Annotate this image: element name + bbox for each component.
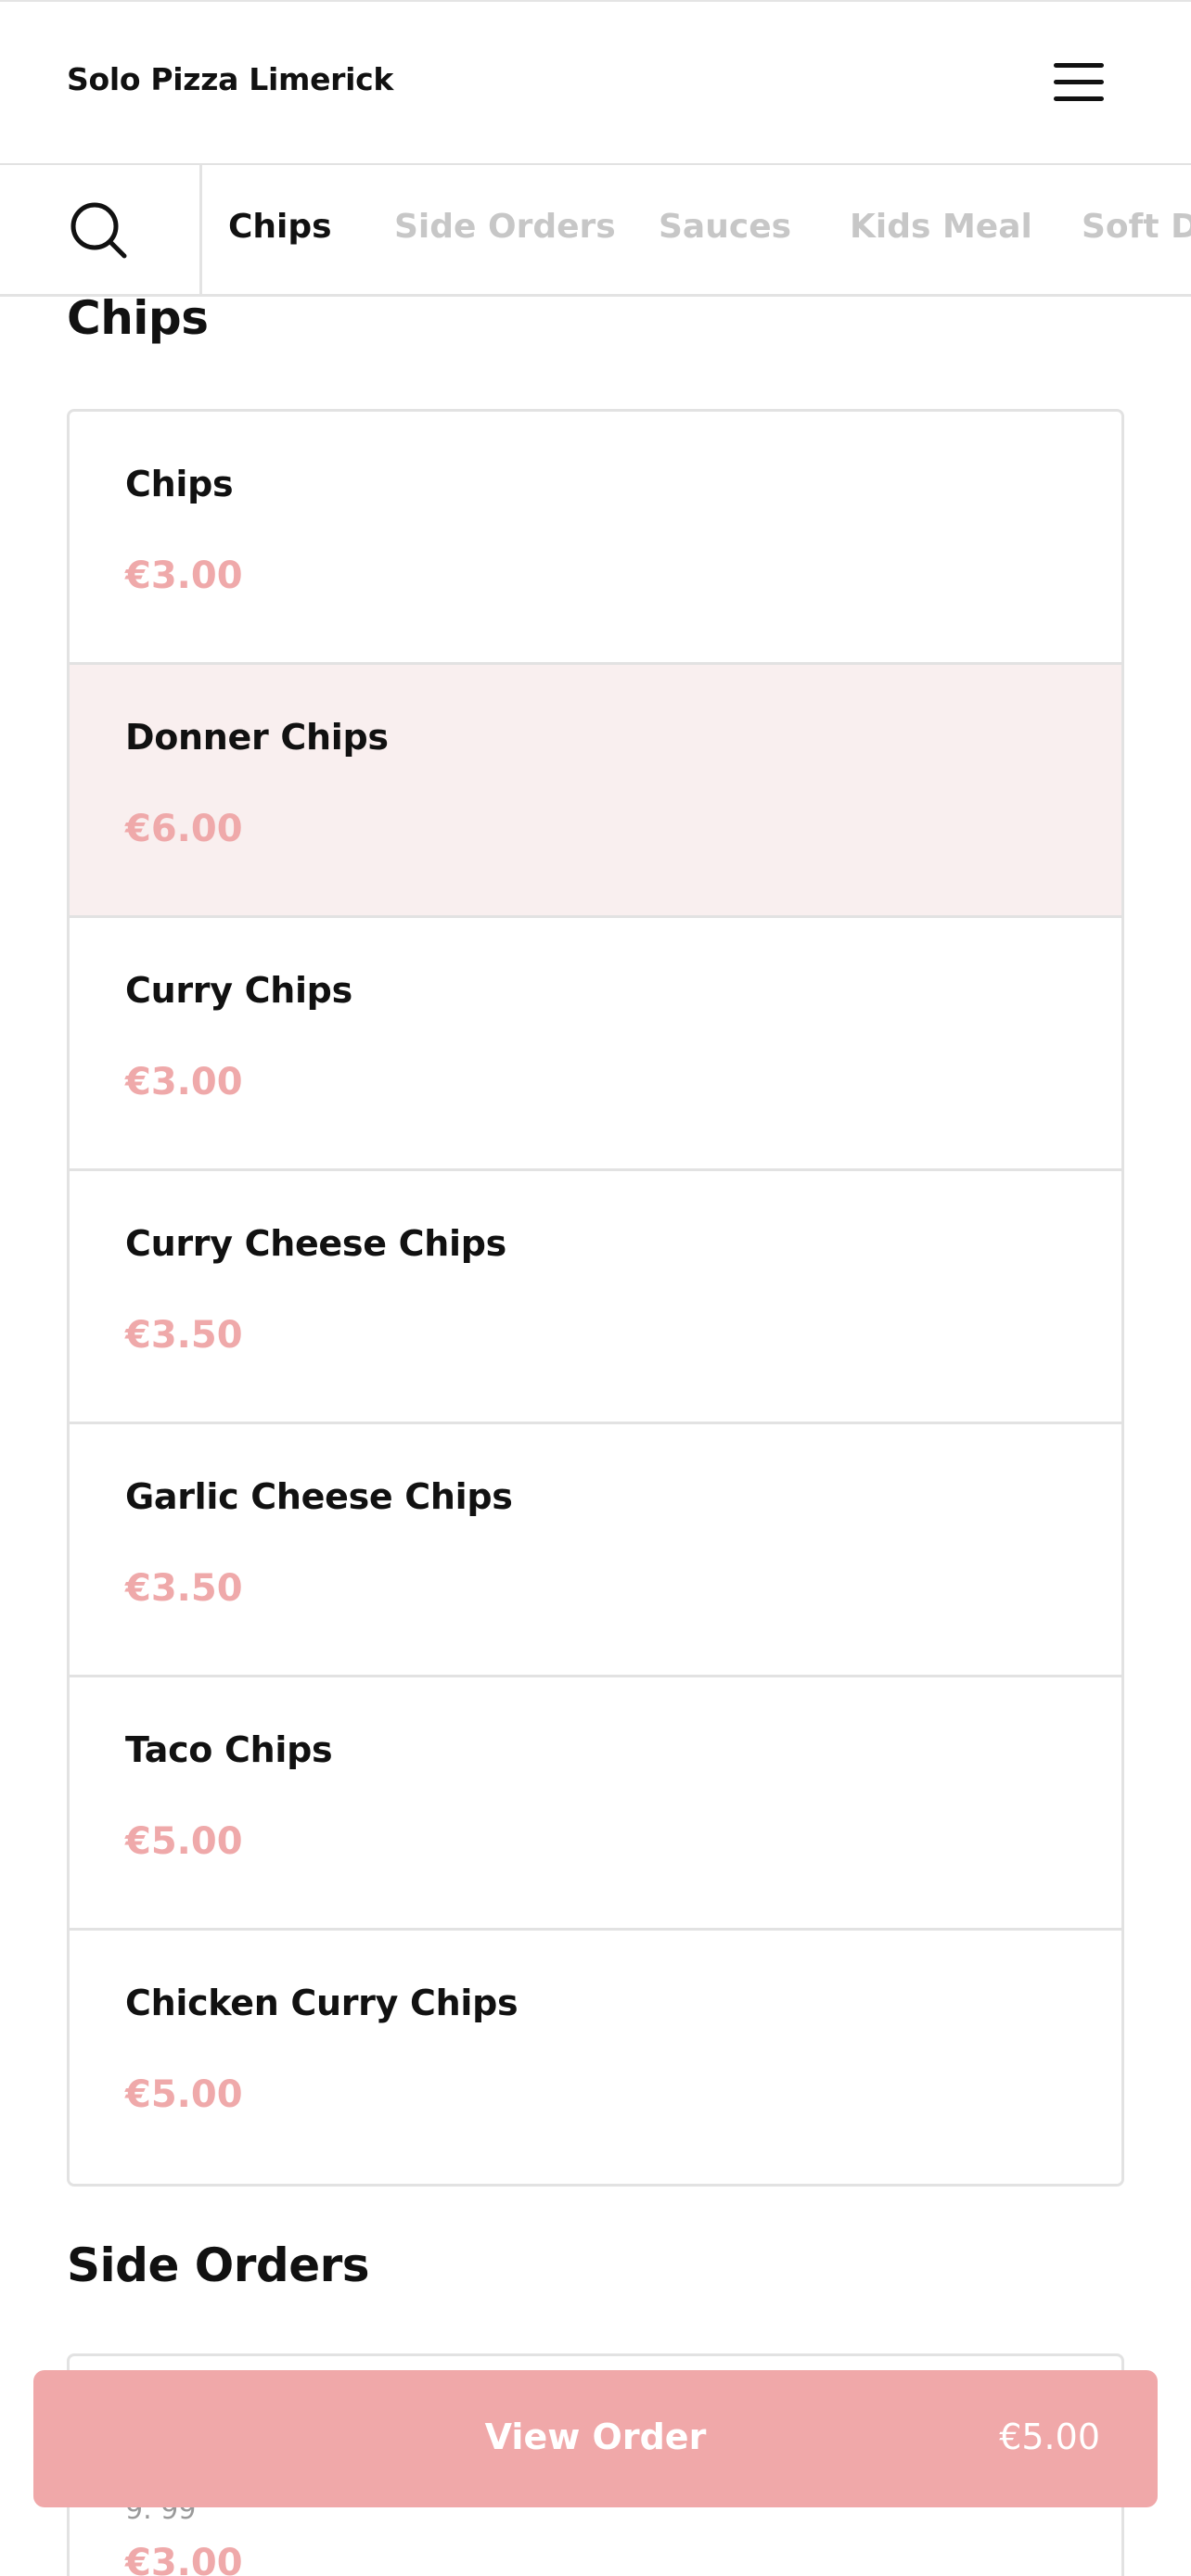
app-header: Solo Pizza Limerick — [0, 0, 1191, 165]
section-title-side-orders: Side Orders — [67, 2238, 370, 2292]
item-name: Donner Chips — [125, 717, 389, 758]
item-price: €3.00 — [125, 1061, 243, 1103]
item-name: Chips — [125, 464, 234, 504]
tab-side-orders[interactable]: Side Orders — [394, 208, 616, 246]
item-price: €5.00 — [125, 1820, 243, 1863]
item-price: €3.50 — [125, 1314, 243, 1357]
item-price: €6.00 — [125, 808, 243, 850]
menu-item[interactable]: Curry Cheese Chips €3.50 — [70, 1171, 1121, 1424]
hamburger-menu-icon[interactable] — [1044, 59, 1111, 108]
view-order-button[interactable]: View Order €5.00 — [33, 2370, 1158, 2507]
tab-soft-drinks[interactable]: Soft Dr — [1082, 208, 1191, 246]
item-price: €3.00 — [125, 555, 243, 597]
search-button[interactable] — [0, 165, 202, 294]
menu-item[interactable]: Donner Chips €6.00 — [70, 665, 1121, 918]
item-price: €3.00 — [125, 2542, 243, 2576]
chips-item-list: Chips €3.00 Donner Chips €6.00 Curry Chi… — [67, 409, 1124, 2187]
restaurant-title: Solo Pizza Limerick — [67, 61, 394, 97]
menu-item[interactable]: Chicken Curry Chips €5.00 — [70, 1931, 1121, 2184]
view-order-label: View Order — [484, 2417, 707, 2457]
category-tabs: Chips Side Orders Sauces Kids Meal Soft … — [0, 165, 1191, 297]
item-price: €3.50 — [125, 1567, 243, 1610]
item-price: €5.00 — [125, 2073, 243, 2116]
item-name: Chicken Curry Chips — [125, 1983, 519, 2023]
section-title-chips: Chips — [67, 291, 209, 345]
item-name: Taco Chips — [125, 1729, 333, 1770]
item-name: Curry Cheese Chips — [125, 1223, 506, 1264]
order-total: €5.00 — [999, 2417, 1100, 2457]
item-name: Garlic Cheese Chips — [125, 1476, 513, 1517]
tab-chips[interactable]: Chips — [228, 208, 332, 246]
menu-item[interactable]: Taco Chips €5.00 — [70, 1677, 1121, 1931]
menu-item[interactable]: Garlic Cheese Chips €3.50 — [70, 1424, 1121, 1677]
item-name: Curry Chips — [125, 970, 352, 1011]
menu-item[interactable]: Curry Chips €3.00 — [70, 918, 1121, 1171]
menu-item[interactable]: Chips €3.00 — [70, 412, 1121, 665]
tab-sauces[interactable]: Sauces — [659, 208, 791, 246]
search-icon — [70, 202, 127, 259]
tab-kids-meal[interactable]: Kids Meal — [850, 208, 1032, 246]
